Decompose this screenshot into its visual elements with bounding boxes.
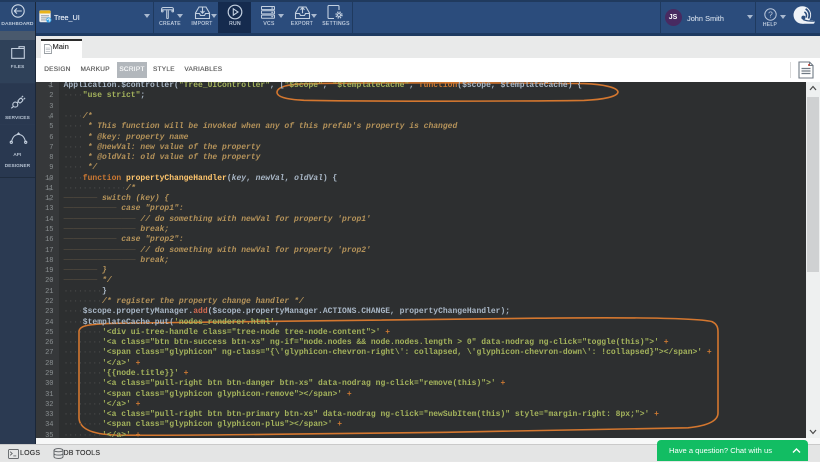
svg-text:?: ? xyxy=(768,10,773,20)
